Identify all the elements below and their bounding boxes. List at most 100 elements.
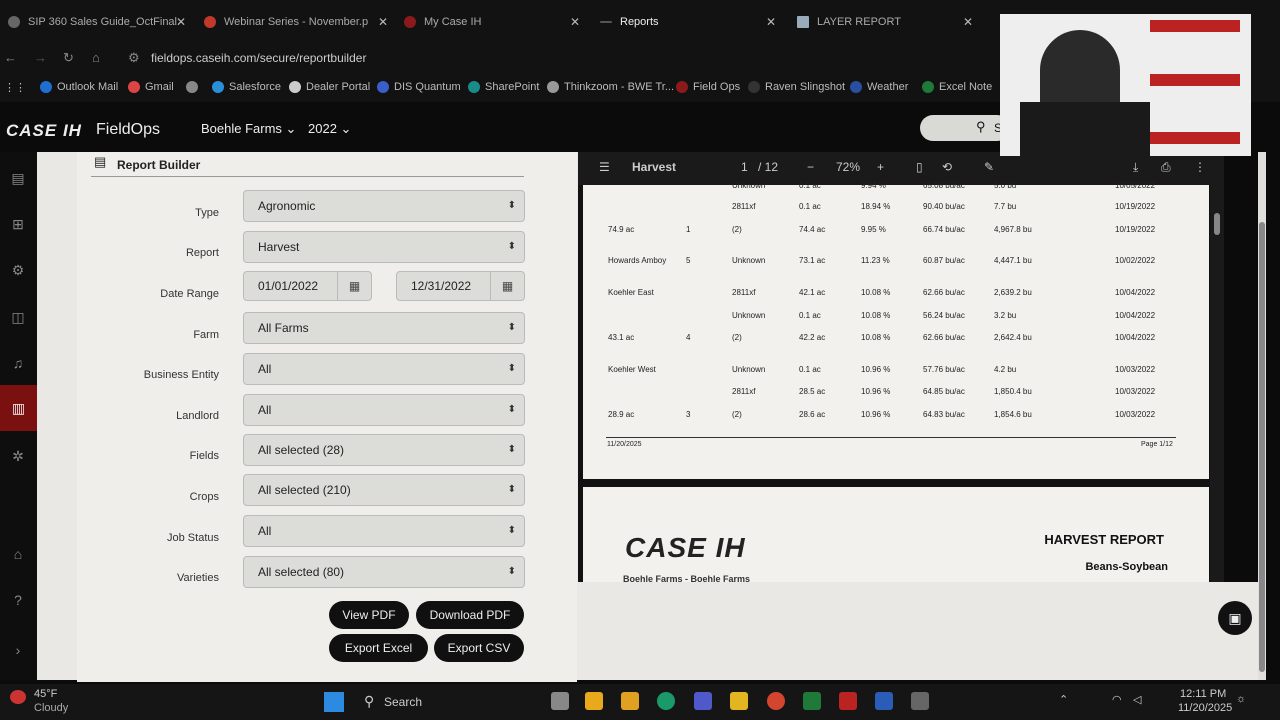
- page-scrollbar[interactable]: [1258, 152, 1266, 680]
- bookmark-raven[interactable]: Raven Slingshot: [748, 81, 845, 93]
- table-cell: 74.9 ac: [608, 225, 635, 234]
- forward-icon[interactable]: →: [34, 50, 47, 65]
- annotate-icon[interactable]: ✎: [984, 160, 994, 174]
- bookmark-thinkzoom[interactable]: Thinkzoom - BWE Tr...: [547, 81, 674, 93]
- scroll-thumb[interactable]: [1259, 222, 1265, 672]
- url-field[interactable]: fieldops.caseih.com/secure/reportbuilder: [151, 51, 366, 65]
- store-icon[interactable]: [585, 692, 603, 710]
- fields-icon[interactable]: ⊞: [6, 212, 30, 236]
- download-icon[interactable]: ⤓: [1133, 160, 1138, 175]
- varieties-select[interactable]: All selected (80) ⬍: [243, 556, 525, 588]
- bookmark-salesforce[interactable]: Salesforce: [212, 81, 281, 93]
- back-icon[interactable]: ←: [4, 50, 17, 65]
- rotate-icon[interactable]: ⟲: [942, 160, 952, 174]
- tab-reports[interactable]: Reports ✕: [600, 8, 776, 36]
- weather-temp[interactable]: 45°F: [34, 688, 57, 700]
- wifi-icon[interactable]: ◠: [1112, 693, 1122, 706]
- landlord-select[interactable]: All ⬍: [243, 394, 525, 426]
- chevron-up-icon[interactable]: ⌃: [1059, 693, 1068, 706]
- tab-sip360[interactable]: SIP 360 Sales Guide_OctFinal ✕: [8, 8, 186, 36]
- bookmark-globe[interactable]: [186, 81, 203, 93]
- clock-date[interactable]: 11/20/2025: [1178, 702, 1232, 714]
- chrome-icon[interactable]: [767, 692, 785, 710]
- calendar-icon[interactable]: ▦: [490, 272, 524, 300]
- bookmark-sharepoint[interactable]: SharePoint: [468, 81, 539, 93]
- scroll-thumb[interactable]: [1214, 213, 1220, 235]
- weather-desc[interactable]: Cloudy: [34, 702, 68, 714]
- pdf-scrollbar[interactable]: [1210, 185, 1224, 582]
- farm-select[interactable]: All Farms ⬍: [243, 312, 525, 344]
- settings-icon[interactable]: ✲: [6, 444, 30, 468]
- learning-icon[interactable]: ⌂: [6, 542, 30, 566]
- zoom-in-icon[interactable]: +: [877, 160, 884, 174]
- print-icon[interactable]: ⎙: [1161, 160, 1171, 175]
- search-input[interactable]: ⚲ S: [920, 115, 1010, 141]
- close-icon[interactable]: ✕: [570, 15, 580, 29]
- chat-button[interactable]: ▣: [1218, 601, 1252, 635]
- folder-icon[interactable]: [621, 692, 639, 710]
- end-date-field[interactable]: 12/31/2022 ▦: [396, 271, 525, 301]
- snip-icon[interactable]: [911, 692, 929, 710]
- close-icon[interactable]: ✕: [766, 15, 776, 29]
- notification-icon[interactable]: ☼: [1236, 693, 1246, 705]
- bookmark-gmail[interactable]: Gmail: [128, 81, 174, 93]
- taskview-icon[interactable]: [551, 692, 569, 710]
- sms-icon[interactable]: [839, 692, 857, 710]
- excel-icon[interactable]: [803, 692, 821, 710]
- close-icon[interactable]: ✕: [378, 15, 388, 29]
- search-icon[interactable]: ⚲: [364, 693, 374, 710]
- expand-icon[interactable]: ›: [6, 638, 30, 662]
- zoom-out-icon[interactable]: −: [807, 160, 814, 174]
- map-icon[interactable]: ◫: [6, 305, 30, 329]
- speaker-icon[interactable]: ◁: [1133, 693, 1141, 706]
- start-date-field[interactable]: 01/01/2022 ▦: [243, 271, 372, 301]
- reload-icon[interactable]: ↻: [63, 50, 74, 66]
- bell-icon[interactable]: ♫: [6, 351, 30, 375]
- business-entity-select[interactable]: All ⬍: [243, 353, 525, 385]
- help-icon[interactable]: ?: [6, 588, 30, 612]
- bookmark-dealer-portal[interactable]: Dealer Portal: [289, 81, 370, 93]
- equipment-icon[interactable]: ⚙: [6, 258, 30, 282]
- teams-icon[interactable]: [694, 692, 712, 710]
- reports-icon[interactable]: ▥: [0, 385, 37, 431]
- export-csv-button[interactable]: Export CSV: [434, 634, 524, 662]
- close-icon[interactable]: ✕: [963, 15, 973, 29]
- brand-logo[interactable]: CASE IH: [6, 121, 82, 141]
- clock-time[interactable]: 12:11 PM: [1180, 688, 1226, 700]
- zoom-level[interactable]: 72%: [836, 160, 860, 174]
- calendar-icon[interactable]: ▦: [337, 272, 371, 300]
- menu-icon[interactable]: ☰: [599, 160, 610, 174]
- year-selector[interactable]: 2022 ⌄: [308, 121, 351, 137]
- tab-my-case-ih[interactable]: My Case IH ✕: [404, 8, 580, 36]
- report-select[interactable]: Harvest ⬍: [243, 231, 525, 263]
- crops-select[interactable]: All selected (210) ⬍: [243, 474, 525, 506]
- download-pdf-button[interactable]: Download PDF: [416, 601, 524, 629]
- apps-icon[interactable]: ⋮⋮: [4, 81, 26, 94]
- dashboard-icon[interactable]: ▤: [6, 166, 30, 190]
- bookmark-excel-note[interactable]: Excel Note: [922, 81, 992, 93]
- bookmark-outlook[interactable]: Outlook Mail: [40, 81, 118, 93]
- bookmark-dis-quantum[interactable]: DIS Quantum: [377, 81, 461, 93]
- weather-icon[interactable]: [10, 690, 26, 704]
- tab-webinar[interactable]: Webinar Series - November.p ✕: [204, 8, 388, 36]
- edge-icon[interactable]: [657, 692, 675, 710]
- export-excel-button[interactable]: Export Excel: [329, 634, 428, 662]
- fit-page-icon[interactable]: ▯: [916, 160, 923, 174]
- farm-selector[interactable]: Boehle Farms ⌄: [201, 121, 296, 137]
- page-number-input[interactable]: 1: [741, 160, 748, 174]
- view-pdf-button[interactable]: View PDF: [329, 601, 409, 629]
- home-icon[interactable]: ⌂: [92, 50, 100, 65]
- job-status-select[interactable]: All ⬍: [243, 515, 525, 547]
- taskbar-search[interactable]: Search: [384, 695, 422, 709]
- site-info-icon[interactable]: ⚙: [128, 50, 140, 66]
- bookmark-field-ops[interactable]: Field Ops: [676, 81, 740, 93]
- bookmark-weather[interactable]: Weather: [850, 81, 908, 93]
- notes-icon[interactable]: [730, 692, 748, 710]
- word-icon[interactable]: [875, 692, 893, 710]
- type-select[interactable]: Agronomic ⬍: [243, 190, 525, 222]
- tab-layer-report[interactable]: LAYER REPORT ✕: [797, 8, 973, 36]
- fields-select[interactable]: All selected (28) ⬍: [243, 434, 525, 466]
- close-icon[interactable]: ✕: [176, 15, 186, 29]
- more-icon[interactable]: ⋮: [1194, 160, 1206, 174]
- start-icon[interactable]: [324, 692, 344, 712]
